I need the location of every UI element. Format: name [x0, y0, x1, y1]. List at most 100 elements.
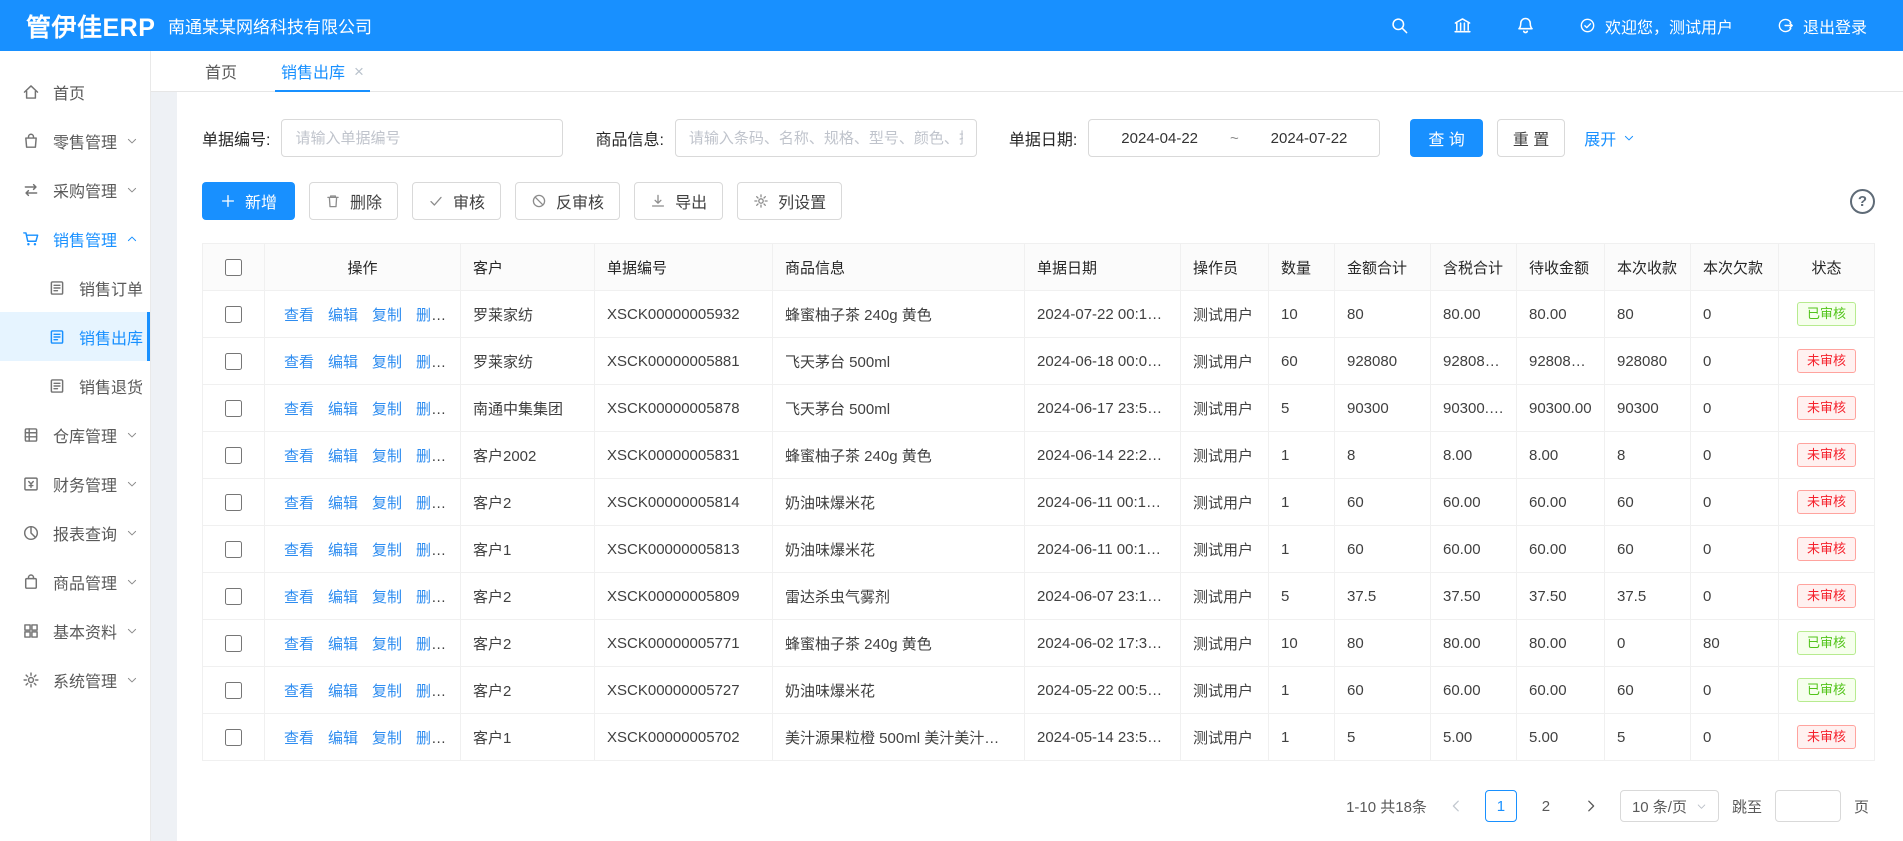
- column-settings-button[interactable]: 列设置: [737, 182, 842, 220]
- row-checkbox[interactable]: [225, 541, 242, 558]
- copy-link[interactable]: 复制: [372, 542, 402, 559]
- search-icon[interactable]: [1390, 16, 1409, 35]
- cell-qty: 1: [1269, 667, 1335, 714]
- edit-link[interactable]: 编辑: [328, 730, 358, 747]
- edit-link[interactable]: 编辑: [328, 354, 358, 371]
- close-icon[interactable]: ×: [354, 63, 364, 80]
- bell-icon[interactable]: [1516, 16, 1535, 35]
- view-link[interactable]: 查看: [284, 730, 314, 747]
- select-all-checkbox[interactable]: [225, 259, 242, 276]
- edit-link[interactable]: 编辑: [328, 636, 358, 653]
- cell-bill-no: XSCK00000005813: [595, 526, 773, 573]
- sidebar-item-report-query[interactable]: 报表查询: [0, 508, 150, 557]
- add-button-label: 新增: [245, 189, 277, 213]
- sidebar-item-retail-mgmt[interactable]: 零售管理: [0, 116, 150, 165]
- sidebar-item-sales-return[interactable]: 销售退货: [0, 361, 150, 410]
- delete-link[interactable]: 删除: [416, 542, 446, 559]
- sidebar-item-product-mgmt[interactable]: 商品管理: [0, 557, 150, 606]
- sidebar-item-label: 销售出库: [79, 325, 143, 349]
- delete-link[interactable]: 删除: [416, 354, 446, 371]
- page-button-2[interactable]: 2: [1530, 790, 1562, 822]
- date-end-value[interactable]: 2024-07-22: [1271, 130, 1348, 147]
- prev-page-button[interactable]: [1440, 790, 1472, 822]
- view-link[interactable]: 查看: [284, 589, 314, 606]
- delete-link[interactable]: 删除: [416, 495, 446, 512]
- delete-link[interactable]: 删除: [416, 730, 446, 747]
- view-link[interactable]: 查看: [284, 683, 314, 700]
- copy-link[interactable]: 复制: [372, 683, 402, 700]
- next-page-button[interactable]: [1575, 790, 1607, 822]
- view-link[interactable]: 查看: [284, 401, 314, 418]
- welcome-user[interactable]: 欢迎您，测试用户: [1579, 14, 1733, 38]
- edit-link[interactable]: 编辑: [328, 448, 358, 465]
- edit-link[interactable]: 编辑: [328, 589, 358, 606]
- search-button[interactable]: 查 询: [1410, 119, 1482, 157]
- edit-link[interactable]: 编辑: [328, 307, 358, 324]
- view-link[interactable]: 查看: [284, 307, 314, 324]
- bill-no-input[interactable]: [281, 119, 563, 157]
- sidebar-item-purchase-mgmt[interactable]: 采购管理: [0, 165, 150, 214]
- audit-button[interactable]: 审核: [412, 182, 501, 220]
- delete-link[interactable]: 删除: [416, 636, 446, 653]
- sidebar-item-label: 财务管理: [53, 472, 126, 496]
- delete-link[interactable]: 删除: [416, 307, 446, 324]
- tab-home[interactable]: 首页: [183, 51, 259, 91]
- edit-link[interactable]: 编辑: [328, 401, 358, 418]
- sidebar-item-finance-mgmt[interactable]: 财务管理: [0, 459, 150, 508]
- sidebar-item-sales-outbound[interactable]: 销售出库: [0, 312, 150, 361]
- expand-toggle[interactable]: 展开: [1584, 126, 1635, 150]
- sidebar-item-label: 销售退货: [79, 374, 143, 398]
- view-link[interactable]: 查看: [284, 448, 314, 465]
- copy-link[interactable]: 复制: [372, 354, 402, 371]
- row-checkbox[interactable]: [225, 729, 242, 746]
- view-link[interactable]: 查看: [284, 542, 314, 559]
- date-range-picker[interactable]: 2024-04-22 ~ 2024-07-22: [1088, 119, 1380, 157]
- bank-icon[interactable]: [1453, 16, 1472, 35]
- date-separator: ~: [1230, 130, 1239, 147]
- copy-link[interactable]: 复制: [372, 448, 402, 465]
- row-checkbox[interactable]: [225, 682, 242, 699]
- delete-button[interactable]: 删除: [309, 182, 398, 220]
- sidebar-item-home[interactable]: 首页: [0, 67, 150, 116]
- export-button[interactable]: 导出: [634, 182, 723, 220]
- row-checkbox[interactable]: [225, 400, 242, 417]
- date-start-value[interactable]: 2024-04-22: [1121, 130, 1198, 147]
- copy-link[interactable]: 复制: [372, 401, 402, 418]
- help-icon[interactable]: ?: [1850, 189, 1875, 214]
- copy-link[interactable]: 复制: [372, 636, 402, 653]
- page-size-select[interactable]: 10 条/页: [1620, 790, 1719, 822]
- edit-link[interactable]: 编辑: [328, 495, 358, 512]
- copy-link[interactable]: 复制: [372, 589, 402, 606]
- add-button[interactable]: 新增: [202, 182, 295, 220]
- view-link[interactable]: 查看: [284, 495, 314, 512]
- view-link[interactable]: 查看: [284, 636, 314, 653]
- delete-link[interactable]: 删除: [416, 401, 446, 418]
- delete-link[interactable]: 删除: [416, 448, 446, 465]
- product-info-input[interactable]: [675, 119, 977, 157]
- tab-sales-outbound[interactable]: 销售出库 ×: [259, 51, 386, 91]
- row-checkbox[interactable]: [225, 588, 242, 605]
- copy-link[interactable]: 复制: [372, 730, 402, 747]
- view-link[interactable]: 查看: [284, 354, 314, 371]
- unaudit-button[interactable]: 反审核: [515, 182, 620, 220]
- sidebar-item-sales-mgmt[interactable]: 销售管理: [0, 214, 150, 263]
- reset-button[interactable]: 重 置: [1497, 119, 1565, 157]
- delete-link[interactable]: 删除: [416, 589, 446, 606]
- sidebar-item-basic-data[interactable]: 基本资料: [0, 606, 150, 655]
- row-checkbox[interactable]: [225, 635, 242, 652]
- logout-button[interactable]: 退出登录: [1777, 14, 1867, 38]
- copy-link[interactable]: 复制: [372, 307, 402, 324]
- row-checkbox[interactable]: [225, 494, 242, 511]
- sidebar-item-sales-order[interactable]: 销售订单: [0, 263, 150, 312]
- delete-link[interactable]: 删除: [416, 683, 446, 700]
- page-button-1[interactable]: 1: [1485, 790, 1517, 822]
- edit-link[interactable]: 编辑: [328, 542, 358, 559]
- sidebar-item-warehouse-mgmt[interactable]: 仓库管理: [0, 410, 150, 459]
- jump-page-input[interactable]: [1775, 790, 1841, 822]
- sidebar-item-system-mgmt[interactable]: 系统管理: [0, 655, 150, 704]
- copy-link[interactable]: 复制: [372, 495, 402, 512]
- row-checkbox[interactable]: [225, 353, 242, 370]
- row-checkbox[interactable]: [225, 447, 242, 464]
- row-checkbox[interactable]: [225, 306, 242, 323]
- edit-link[interactable]: 编辑: [328, 683, 358, 700]
